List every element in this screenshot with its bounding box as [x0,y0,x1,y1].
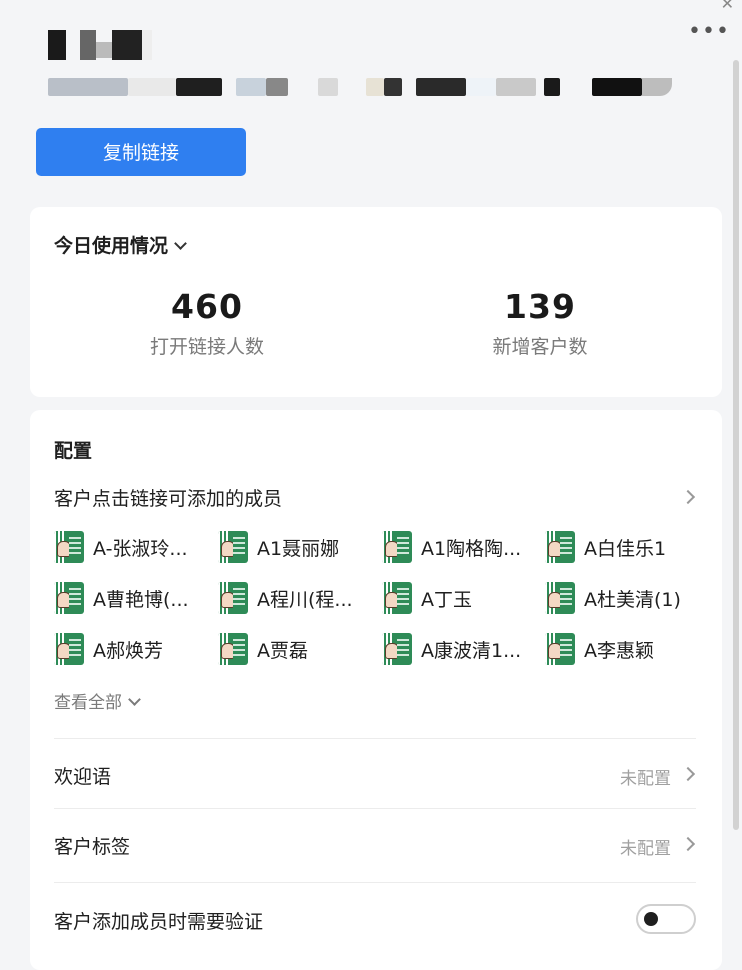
members-row-label: 客户点击链接可添加的成员 [54,488,283,510]
member-name: A贾磊 [257,639,308,662]
config-title: 配置 [54,440,93,462]
more-horizontal-icon[interactable]: ••• [688,21,730,43]
header-area: ✕ ••• 复制链接 [0,0,742,205]
member-item[interactable]: A郝焕芳 [54,632,163,666]
member-name: A-张淑玲... [93,537,188,560]
view-all-label: 查看全部 [54,693,122,713]
member-avatar [382,531,412,563]
member-name: A郝焕芳 [93,639,163,662]
usage-title-toggle[interactable]: 今日使用情况 [54,231,187,258]
chevron-right-icon [680,489,696,505]
member-item[interactable]: A杜美清(1) [545,581,681,615]
member-name: A李惠颖 [584,639,654,662]
verify-toggle[interactable] [636,904,696,934]
welcome-status: 未配置 [620,769,671,789]
member-name: A1陶格陶... [421,537,522,560]
member-item[interactable]: A-张淑玲... [54,530,188,564]
chevron-right-icon [680,836,696,852]
member-name: A杜美清(1) [584,588,681,611]
member-avatar [54,531,84,563]
chevron-down-icon [174,237,187,250]
opened-link-stat: 460 打开链接人数 [107,287,307,359]
copy-link-button[interactable]: 复制链接 [36,128,246,176]
close-icon[interactable]: ✕ [721,0,734,13]
member-avatar [382,633,412,665]
member-avatar [218,633,248,665]
toggle-knob [644,912,658,926]
new-customers-label: 新增客户数 [492,336,588,358]
member-avatar [54,633,84,665]
divider [54,808,696,809]
member-item[interactable]: A曹艳博(... [54,581,189,615]
member-avatar [54,582,84,614]
member-name: A1聂丽娜 [257,537,340,560]
member-item[interactable]: A程川(程... [218,581,353,615]
verify-label: 客户添加成员时需要验证 [54,911,264,933]
member-item[interactable]: A1聂丽娜 [218,530,339,564]
member-avatar [382,582,412,614]
member-item[interactable]: A丁玉 [382,581,472,615]
redacted-link [48,78,672,98]
member-avatar [545,531,575,563]
member-avatar [218,582,248,614]
member-name: A康波清1... [421,639,522,662]
new-customers-stat: 139 新增客户数 [440,287,640,359]
usage-card: 今日使用情况 460 打开链接人数 139 新增客户数 [30,207,722,397]
member-name: A白佳乐1 [584,537,667,560]
new-customers-count: 139 [504,287,576,326]
tags-label: 客户标签 [54,836,131,858]
chevron-right-icon [680,766,696,782]
opened-count: 460 [171,287,243,326]
member-name: A曹艳博(... [93,588,189,611]
member-avatar [218,531,248,563]
member-name: A程川(程... [257,588,353,611]
member-item[interactable]: A贾磊 [218,632,308,666]
member-item[interactable]: A1陶格陶... [382,530,521,564]
scrollbar[interactable] [733,60,739,830]
usage-title: 今日使用情况 [54,235,169,257]
member-name: A丁玉 [421,588,472,611]
divider [54,882,696,883]
tags-status: 未配置 [620,839,671,859]
opened-label: 打开链接人数 [149,336,264,358]
divider [54,738,696,739]
member-avatar [545,633,575,665]
config-card: 配置 客户点击链接可添加的成员 A-张淑玲... A1聂丽娜 A1陶格陶... … [30,410,722,970]
member-avatar [545,582,575,614]
welcome-label: 欢迎语 [54,766,112,788]
view-all-button[interactable]: 查看全部 [54,688,141,713]
member-item[interactable]: A白佳乐1 [545,530,666,564]
member-item[interactable]: A康波清1... [382,632,521,666]
chevron-down-icon [128,693,141,706]
member-item[interactable]: A李惠颖 [545,632,654,666]
redacted-title [48,30,158,60]
